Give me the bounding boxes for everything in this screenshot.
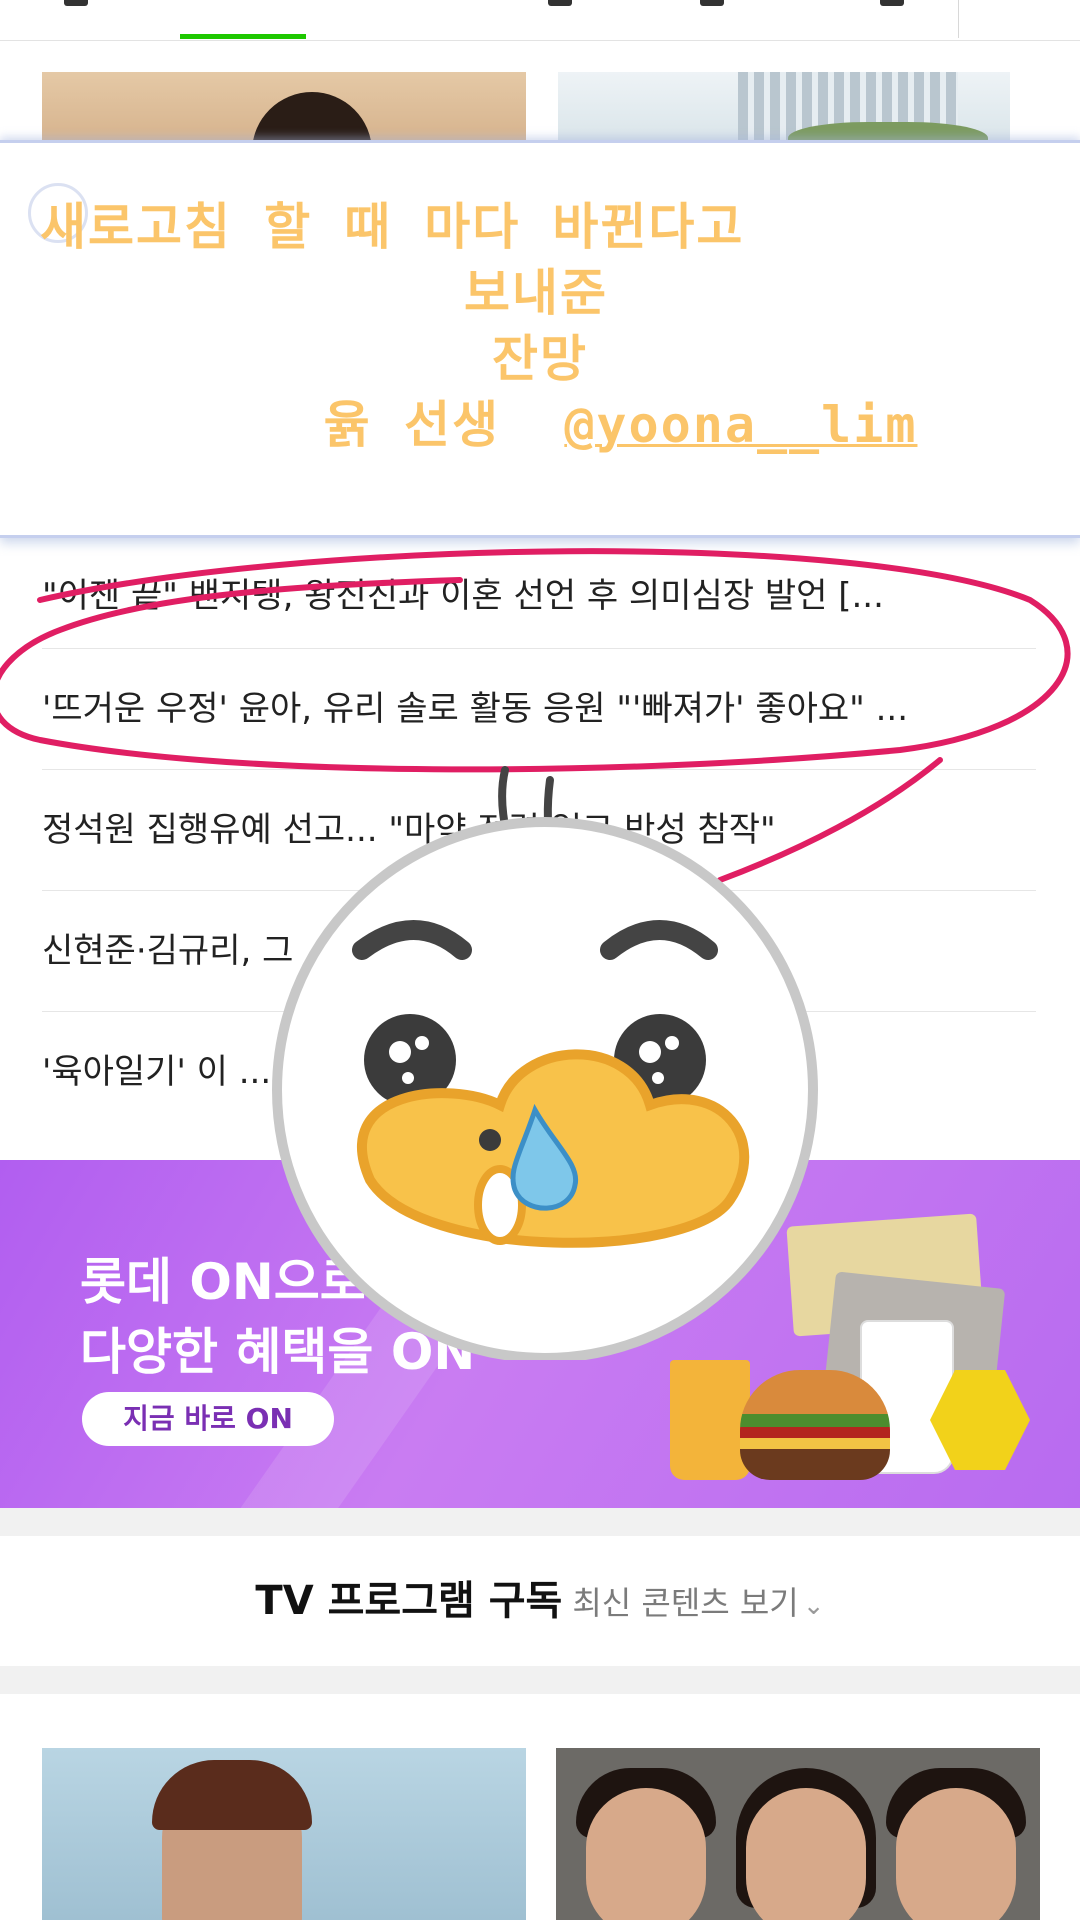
tab-stub[interactable] <box>700 0 724 6</box>
sticker-text-line: 새로고침 할 때 마다 바뀐다고 <box>40 198 745 256</box>
sticker-name: 윩 선생 <box>324 396 501 454</box>
sticker-text-line: 잔망 <box>492 330 588 388</box>
sticker-text-line: 보내준 <box>464 264 608 322</box>
ad-cta-button[interactable]: 지금 바로 ON <box>82 1392 334 1446</box>
active-tab-indicator <box>180 34 306 39</box>
crying-face-sticker <box>272 766 818 1360</box>
news-list-item[interactable]: "이젠 끝" 밴지탱, 왕진진과 이혼 선언 후 의미심장 발언 [... <box>42 552 1036 649</box>
tab-stub[interactable] <box>548 0 572 6</box>
tv-program-thumbnail[interactable] <box>556 1748 1040 1920</box>
top-tab-bar <box>0 0 1080 41</box>
tab-stub[interactable] <box>64 0 88 6</box>
tab-stub[interactable] <box>880 0 904 6</box>
mention-tag[interactable]: @yoona__lim <box>564 396 917 454</box>
tv-section-header[interactable]: TV 프로그램 구독 최신 콘텐츠 보기 ⌄ <box>0 1536 1080 1666</box>
tv-program-thumbnail[interactable] <box>42 1748 526 1920</box>
sticker-text-line: 윩 선생 @yoona__lim <box>324 385 1080 457</box>
section-divider <box>0 1666 1080 1694</box>
news-list-item[interactable]: '뜨거운 우정' 윤아, 유리 솔로 활동 응원 "'빠져가' 좋아요" ... <box>42 649 1036 770</box>
tab-divider <box>958 0 959 38</box>
section-divider <box>0 1508 1080 1536</box>
chevron-down-icon[interactable]: ⌄ <box>803 1591 825 1621</box>
story-text-sticker: 새로고침 할 때 마다 바뀐다고 보내준 잔망 윩 선생 @yoona__lim <box>0 140 1080 538</box>
tv-section-subtitle[interactable]: 최신 콘텐츠 보기 <box>572 1584 798 1622</box>
tv-section-title: TV 프로그램 구독 <box>255 1578 563 1624</box>
